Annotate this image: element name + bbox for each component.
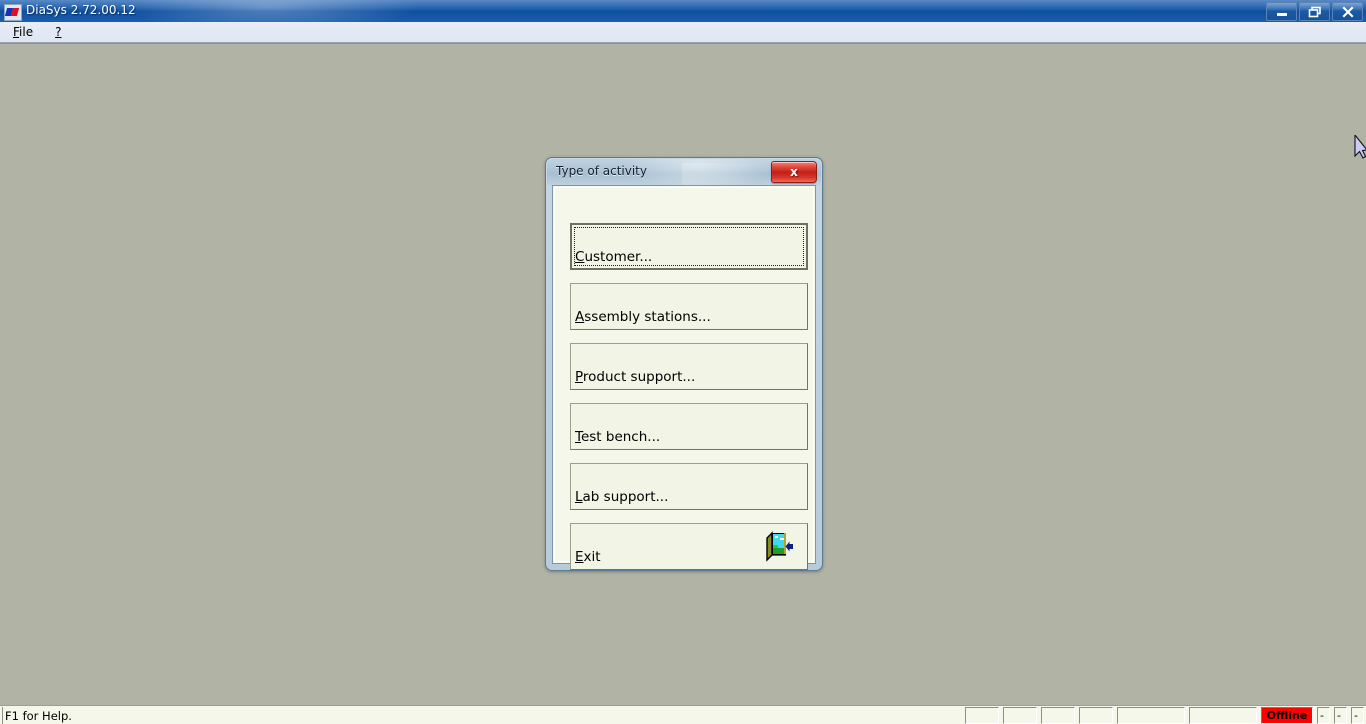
- status-hint: F1 for Help.: [5, 709, 72, 723]
- main-menubar: File ?: [0, 22, 1366, 43]
- app-icon-red-shape: [10, 8, 20, 16]
- application-window: DiaSys 2.72.00.12 File ? Type of activit…: [0, 0, 1366, 724]
- close-icon: [1342, 6, 1353, 17]
- status-panel-group: Offline - - - 123456: [965, 707, 1366, 724]
- main-window-titlebar[interactable]: DiaSys 2.72.00.12: [0, 0, 1366, 22]
- status-panel-4: [1079, 707, 1113, 724]
- activity-button-label: Assembly stations...: [575, 309, 711, 325]
- activity-button-product-support[interactable]: Product support...: [570, 343, 808, 390]
- window-title: DiaSys 2.72.00.12: [26, 3, 136, 17]
- type-of-activity-dialog: Type of activity x Customer... Assembly …: [545, 157, 823, 571]
- status-panel-5: [1117, 707, 1185, 724]
- restore-icon: [1308, 6, 1321, 17]
- dialog-close-button[interactable]: x: [771, 161, 817, 183]
- status-panel-2: [1003, 707, 1037, 724]
- activity-button-customer[interactable]: Customer...: [570, 223, 808, 270]
- activity-button-label: Customer...: [575, 249, 653, 265]
- activity-button-test-bench[interactable]: Test bench...: [570, 403, 808, 450]
- activity-button-list: Customer... Assembly stations... Product…: [570, 223, 808, 583]
- titlebar-gloss: [0, 0, 1366, 10]
- activity-button-label: Exit: [575, 549, 601, 565]
- connection-status-badge: Offline: [1261, 707, 1313, 724]
- window-controls: [1266, 2, 1363, 21]
- status-panel-3: [1041, 707, 1075, 724]
- close-button[interactable]: [1332, 2, 1363, 21]
- diasys-app-icon[interactable]: [4, 4, 22, 21]
- menu-item-file[interactable]: File: [4, 24, 42, 41]
- status-bar: F1 for Help. Offline - - - 123456: [0, 705, 1366, 724]
- dialog-titlebar[interactable]: Type of activity x: [547, 159, 821, 185]
- dialog-body: Customer... Assembly stations... Product…: [552, 185, 816, 570]
- dialog-title: Type of activity: [556, 164, 647, 178]
- activity-button-lab-support[interactable]: Lab support...: [570, 463, 808, 510]
- status-flag-3: -: [1351, 707, 1364, 724]
- status-panel-1: [965, 707, 999, 724]
- exit-door-icon: [766, 531, 793, 562]
- menu-item-help[interactable]: ?: [46, 24, 70, 41]
- status-divider: [2, 707, 3, 724]
- activity-button-assembly-stations[interactable]: Assembly stations...: [570, 283, 808, 330]
- minimize-button[interactable]: [1266, 2, 1297, 21]
- activity-button-exit[interactable]: Exit: [570, 523, 808, 570]
- minimize-icon: [1276, 12, 1287, 16]
- restore-button[interactable]: [1299, 2, 1330, 21]
- activity-button-label: Product support...: [575, 369, 696, 385]
- dialog-close-icon: x: [790, 165, 798, 179]
- activity-button-label: Test bench...: [575, 429, 661, 445]
- status-panel-6: [1189, 707, 1257, 724]
- activity-button-label: Lab support...: [575, 489, 669, 505]
- status-flag-2: -: [1334, 707, 1347, 724]
- titlebar-highlight: [120, 0, 420, 22]
- status-flag-1: -: [1317, 707, 1330, 724]
